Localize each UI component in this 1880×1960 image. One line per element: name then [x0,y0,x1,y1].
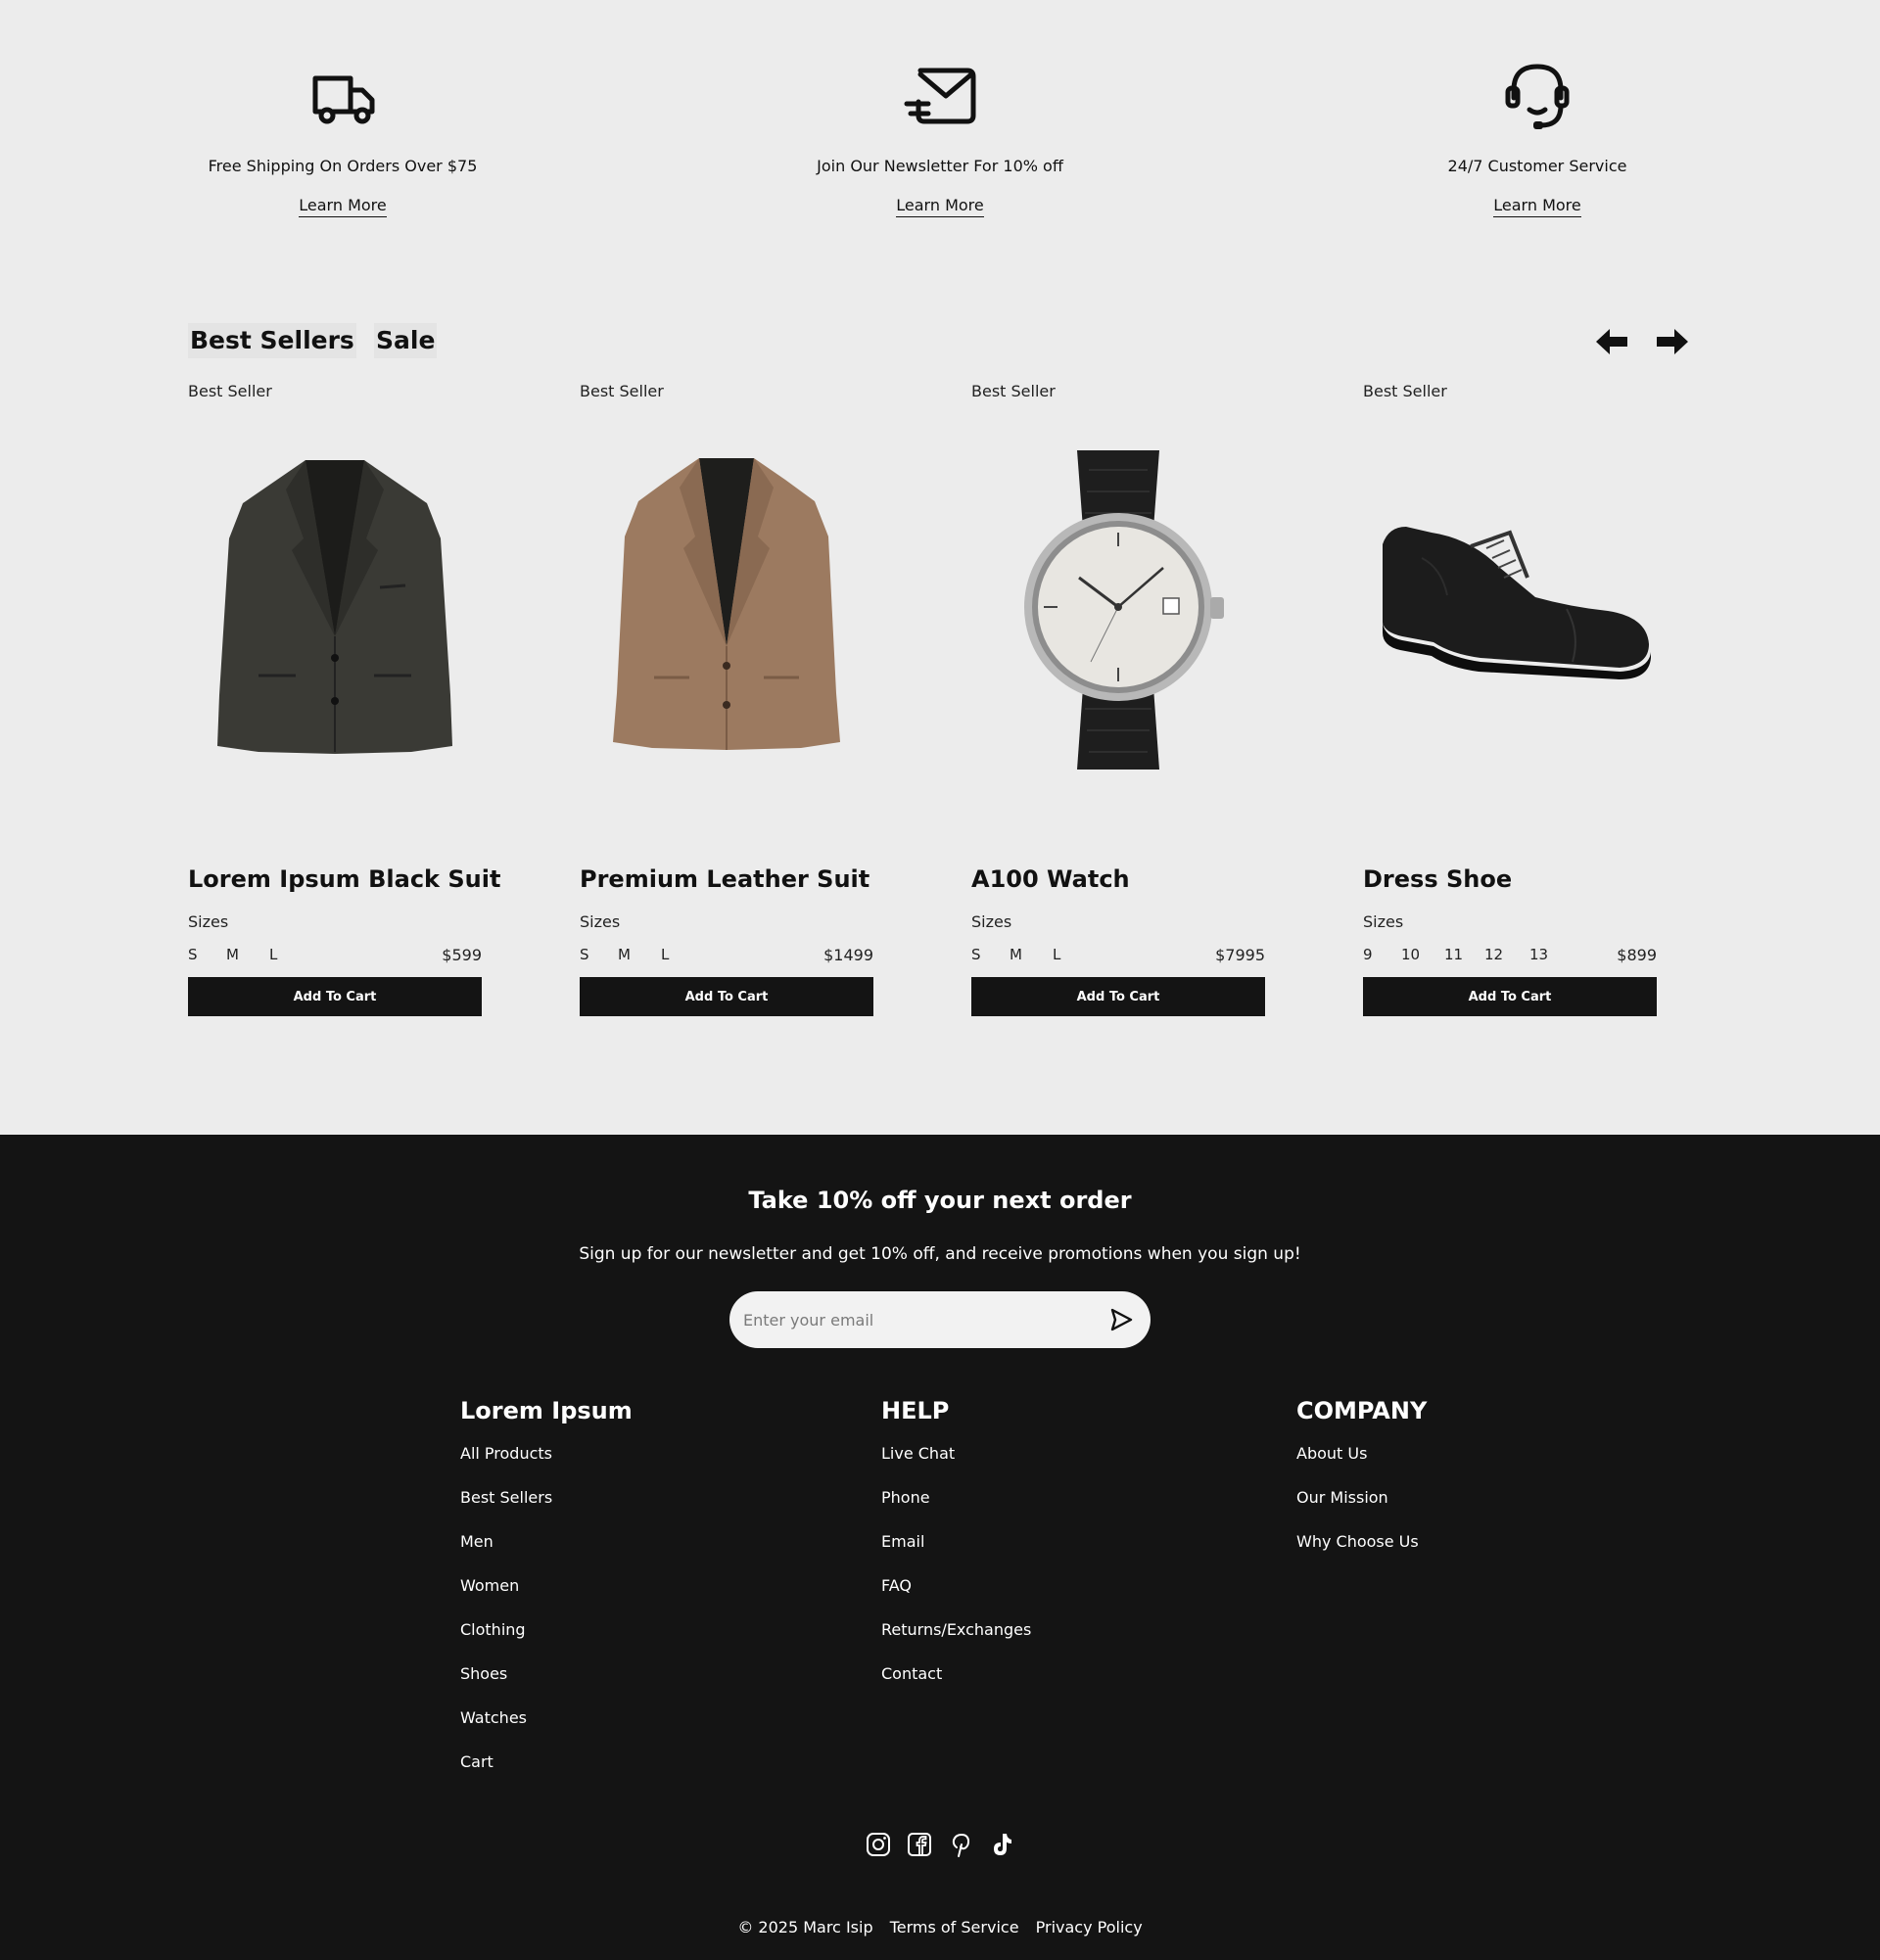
footer-link-cart[interactable]: Cart [460,1752,633,1797]
feature-text: Join Our Newsletter For 10% off [817,157,1063,175]
sizes-label: Sizes [971,912,1012,931]
column-title: HELP [881,1397,950,1424]
footer-column-company: COMPANY About Us Our Mission Why Choose … [1296,1397,1427,1576]
footer-link-live-chat[interactable]: Live Chat [881,1444,1031,1488]
footer-link-email[interactable]: Email [881,1532,1031,1576]
product-badge: Best Seller [188,382,272,400]
footer-link-returns[interactable]: Returns/Exchanges [881,1620,1031,1664]
product-card: Best Seller Lorem Ipsum Black Suit Sizes… [188,382,500,1018]
learn-more-link[interactable]: Learn More [299,197,387,217]
feature-shipping: Free Shipping On Orders Over $75 Learn M… [147,55,539,217]
size-option[interactable]: 12 [1484,946,1503,963]
footer-link-clothing[interactable]: Clothing [460,1620,633,1664]
headset-icon [1505,64,1570,129]
privacy-link[interactable]: Privacy Policy [1036,1918,1143,1937]
size-option[interactable]: S [188,946,198,963]
instagram-icon[interactable] [865,1831,892,1858]
carousel-arrows [1594,326,1688,357]
product-price: $899 [1617,946,1657,964]
footer-link-why-choose-us[interactable]: Why Choose Us [1296,1532,1427,1576]
product-image-dress-shoe[interactable] [1363,431,1657,783]
column-title: Lorem Ipsum [460,1397,633,1424]
social-links [865,1831,1015,1860]
product-image-tan-suit[interactable] [580,431,873,783]
footer-link-about-us[interactable]: About Us [1296,1444,1427,1488]
newsletter-subtitle: Sign up for our newsletter and get 10% o… [579,1244,1301,1264]
feature-customer-service: 24/7 Customer Service Learn More [1341,55,1733,217]
footer-column-help: HELP Live Chat Phone Email FAQ Returns/E… [881,1397,1031,1708]
product-badge: Best Seller [971,382,1056,400]
product-badge: Best Seller [1363,382,1447,400]
feature-text: Free Shipping On Orders Over $75 [208,157,478,175]
product-name: Premium Leather Suit [580,865,870,893]
product-badge: Best Seller [580,382,664,400]
facebook-icon[interactable] [906,1831,933,1858]
footer-link-our-mission[interactable]: Our Mission [1296,1488,1427,1532]
size-option[interactable]: L [661,946,669,963]
newsletter-form [729,1291,1151,1348]
add-to-cart-button[interactable]: Add To Cart [188,977,482,1016]
sizes-label: Sizes [188,912,229,931]
product-price: $1499 [823,946,873,964]
mail-icon [904,68,976,124]
add-to-cart-button[interactable]: Add To Cart [580,977,873,1016]
send-icon[interactable] [1107,1306,1135,1333]
truck-icon [312,75,375,124]
footer-column-brand: Lorem Ipsum All Products Best Sellers Me… [460,1397,633,1797]
tab-sale[interactable]: Sale [374,323,438,358]
size-option[interactable]: 11 [1444,946,1463,963]
product-image-watch[interactable] [971,431,1265,783]
product-name: Lorem Ipsum Black Suit [188,865,501,893]
size-option[interactable]: 10 [1401,946,1420,963]
column-title: COMPANY [1296,1397,1428,1424]
product-card: Best Seller Premium Leather Suit Sizes S… [580,382,873,1018]
terms-link[interactable]: Terms of Service [890,1918,1019,1937]
learn-more-link[interactable]: Learn More [896,197,984,217]
newsletter-title: Take 10% off your next order [748,1187,1132,1214]
sizes-label: Sizes [580,912,621,931]
footer-link-watches[interactable]: Watches [460,1708,633,1752]
product-name: A100 Watch [971,865,1130,893]
footer-link-contact[interactable]: Contact [881,1664,1031,1708]
arrow-left-icon[interactable] [1594,326,1633,357]
footer-link-phone[interactable]: Phone [881,1488,1031,1532]
footer-link-women[interactable]: Women [460,1576,633,1620]
product-name: Dress Shoe [1363,865,1513,893]
product-image-black-suit[interactable] [188,431,482,783]
features-bar: Free Shipping On Orders Over $75 Learn M… [0,0,1880,294]
tab-best-sellers[interactable]: Best Sellers [188,323,356,358]
size-option[interactable]: 9 [1363,946,1373,963]
pinterest-icon[interactable] [947,1831,974,1858]
size-option[interactable]: M [226,946,239,963]
add-to-cart-button[interactable]: Add To Cart [971,977,1265,1016]
footer-link-all-products[interactable]: All Products [460,1444,633,1488]
arrow-right-icon[interactable] [1651,326,1690,357]
size-option[interactable]: L [1053,946,1060,963]
product-price: $7995 [1215,946,1265,964]
product-price: $599 [442,946,482,964]
size-option[interactable]: L [269,946,277,963]
size-option[interactable]: S [971,946,981,963]
tiktok-icon[interactable] [988,1831,1015,1858]
feature-newsletter: Join Our Newsletter For 10% off Learn Mo… [744,55,1136,217]
feature-text: 24/7 Customer Service [1447,157,1627,175]
footer: Take 10% off your next order Sign up for… [0,1135,1880,1960]
learn-more-link[interactable]: Learn More [1493,197,1581,217]
legal-bar: © 2025 Marc Isip Terms of Service Privac… [0,1918,1880,1937]
size-option[interactable]: 13 [1529,946,1548,963]
product-card: Best Seller Dress Shoe Sizes 9 10 11 12 … [1363,382,1657,1018]
footer-link-faq[interactable]: FAQ [881,1576,1031,1620]
product-card: Best Seller A100 Watch Sizes S M L $7995… [971,382,1265,1018]
size-option[interactable]: S [580,946,589,963]
email-input[interactable] [743,1291,1096,1348]
size-option[interactable]: M [618,946,631,963]
footer-link-shoes[interactable]: Shoes [460,1664,633,1708]
footer-link-best-sellers[interactable]: Best Sellers [460,1488,633,1532]
add-to-cart-button[interactable]: Add To Cart [1363,977,1657,1016]
copyright: © 2025 Marc Isip [737,1918,873,1937]
footer-link-men[interactable]: Men [460,1532,633,1576]
sizes-label: Sizes [1363,912,1404,931]
size-option[interactable]: M [1010,946,1022,963]
